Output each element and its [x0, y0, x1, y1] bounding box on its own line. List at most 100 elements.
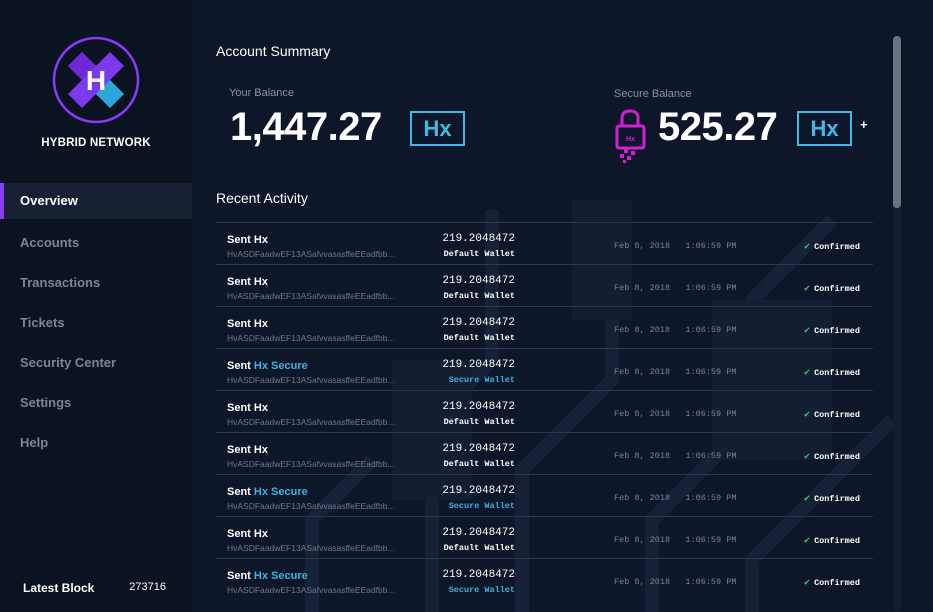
activity-date: Feb 8, 2018 1:06:59 PM [614, 577, 737, 587]
activity-address: HvASDFaadwEF13ASafvvasasffeEEadfbb... [227, 417, 395, 427]
latest-block-value: 273716 [129, 581, 166, 593]
activity-date: Feb 8, 2018 1:06:59 PM [614, 283, 737, 293]
activity-wallet: Secure Wallet [448, 585, 515, 595]
activity-row[interactable]: Sent Hx HvASDFaadwEF13ASafvvasasffeEEadf… [216, 222, 873, 264]
sidebar-item-transactions[interactable]: Transactions [0, 263, 192, 303]
activity-date: Feb 8, 2018 1:06:59 PM [614, 367, 737, 377]
activity-wallet: Default Wallet [443, 417, 515, 427]
svg-text:Hx: Hx [626, 136, 635, 143]
activity-row[interactable]: Sent Hx Secure HvASDFaadwEF13ASafvvasasf… [216, 558, 873, 600]
activity-amount: 219.2048472 [442, 359, 515, 371]
activity-wallet: Secure Wallet [448, 375, 515, 385]
activity-row[interactable]: Sent Hx HvASDFaadwEF13ASafvvasasffeEEadf… [216, 306, 873, 348]
activity-date: Feb 8, 2018 1:06:59 PM [614, 241, 737, 251]
check-icon: ✔ [804, 410, 811, 421]
check-icon: ✔ [804, 578, 811, 589]
activity-address: HvASDFaadwEF13ASafvvasasffeEEadfbb... [227, 501, 395, 511]
add-secure-button[interactable]: + [860, 117, 868, 132]
sidebar: H HYBRID NETWORK Overview Accounts Trans… [0, 0, 192, 612]
check-icon: ✔ [804, 452, 811, 463]
activity-status: ✔ Confirmed [804, 284, 860, 295]
sidebar-item-help[interactable]: Help [0, 423, 192, 463]
check-icon: ✔ [804, 284, 811, 295]
activity-amount: 219.2048472 [442, 527, 515, 539]
secure-balance-value: 525.27 [658, 105, 778, 149]
sidebar-item-security-center[interactable]: Security Center [0, 343, 192, 383]
activity-status: ✔ Confirmed [804, 326, 860, 337]
activity-wallet: Default Wallet [443, 459, 515, 469]
activity-wallet: Default Wallet [443, 291, 515, 301]
sidebar-nav: Overview Accounts Transactions Tickets S… [0, 183, 192, 463]
logo-letter: H [86, 65, 106, 96]
check-icon: ✔ [804, 326, 811, 337]
your-balance-value: 1,447.27 [230, 105, 382, 149]
check-icon: ✔ [804, 242, 811, 253]
sidebar-item-tickets[interactable]: Tickets [0, 303, 192, 343]
activity-wallet: Default Wallet [443, 333, 515, 343]
check-icon: ✔ [804, 494, 811, 505]
activity-date: Feb 8, 2018 1:06:59 PM [614, 409, 737, 419]
secure-currency-badge: Hx [797, 111, 852, 146]
activity-amount: 219.2048472 [442, 569, 515, 581]
activity-status: ✔ Confirmed [804, 452, 860, 463]
activity-date: Feb 8, 2018 1:06:59 PM [614, 451, 737, 461]
activity-type: Sent Hx [227, 276, 268, 288]
activity-address: HvASDFaadwEF13ASafvvasasffeEEadfbb... [227, 291, 395, 301]
activity-type: Sent Hx [227, 234, 268, 246]
activity-address: HvASDFaadwEF13ASafvvasasffeEEadfbb... [227, 375, 395, 385]
check-icon: ✔ [804, 368, 811, 379]
activity-row[interactable]: Sent Hx Secure HvASDFaadwEF13ASafvvasasf… [216, 474, 873, 516]
activity-date: Feb 8, 2018 1:06:59 PM [614, 325, 737, 335]
activity-type: Sent Hx Secure [227, 570, 308, 582]
activity-wallet: Secure Wallet [448, 501, 515, 511]
your-balance-label: Your Balance [229, 87, 295, 99]
activity-type: Sent Hx Secure [227, 360, 308, 372]
activity-amount: 219.2048472 [442, 401, 515, 413]
activity-amount: 219.2048472 [442, 317, 515, 329]
activity-status: ✔ Confirmed [804, 410, 860, 421]
sidebar-item-settings[interactable]: Settings [0, 383, 192, 423]
account-summary-title: Account Summary [216, 43, 331, 59]
recent-activity-title: Recent Activity [216, 190, 308, 206]
pixel-lock-icon: Hx [615, 109, 646, 163]
activity-amount: 219.2048472 [442, 443, 515, 455]
currency-badge: Hx [410, 111, 465, 146]
sidebar-item-overview[interactable]: Overview [0, 183, 192, 219]
activity-address: HvASDFaadwEF13ASafvvasasffeEEadfbb... [227, 249, 395, 259]
activity-amount: 219.2048472 [442, 485, 515, 497]
activity-status: ✔ Confirmed [804, 578, 860, 589]
sidebar-item-accounts[interactable]: Accounts [0, 223, 192, 263]
main-panel: Account Summary Your Balance 1,447.27 Hx… [192, 0, 933, 612]
activity-wallet: Default Wallet [443, 543, 515, 553]
activity-wallet: Default Wallet [443, 249, 515, 259]
activity-date: Feb 8, 2018 1:06:59 PM [614, 493, 737, 503]
activity-row[interactable]: Sent Hx HvASDFaadwEF13ASafvvasasffeEEadf… [216, 264, 873, 306]
activity-status: ✔ Confirmed [804, 494, 860, 505]
activity-type: Sent Hx [227, 528, 268, 540]
activity-status: ✔ Confirmed [804, 536, 860, 547]
activity-address: HvASDFaadwEF13ASafvvasasffeEEadfbb... [227, 543, 395, 553]
scrollbar-thumb[interactable] [893, 36, 901, 208]
activity-date: Feb 8, 2018 1:06:59 PM [614, 535, 737, 545]
activity-status: ✔ Confirmed [804, 368, 860, 379]
latest-block: Latest Block 273716 [23, 581, 166, 595]
activity-amount: 219.2048472 [442, 233, 515, 245]
activity-row[interactable]: Sent Hx HvASDFaadwEF13ASafvvasasffeEEadf… [216, 516, 873, 558]
brand-name: HYBRID NETWORK [41, 137, 151, 149]
activity-row[interactable]: Sent Hx HvASDFaadwEF13ASafvvasasffeEEadf… [216, 432, 873, 474]
activity-list: Sent Hx HvASDFaadwEF13ASafvvasasffeEEadf… [216, 222, 873, 600]
hybrid-logo-icon: H [52, 36, 140, 124]
activity-address: HvASDFaadwEF13ASafvvasasffeEEadfbb... [227, 333, 395, 343]
secure-balance-label: Secure Balance [614, 88, 692, 100]
activity-type: Sent Hx [227, 318, 268, 330]
activity-type: Sent Hx [227, 402, 268, 414]
activity-type: Sent Hx Secure [227, 486, 308, 498]
activity-address: HvASDFaadwEF13ASafvvasasffeEEadfbb... [227, 585, 395, 595]
check-icon: ✔ [804, 536, 811, 547]
activity-status: ✔ Confirmed [804, 242, 860, 253]
activity-type: Sent Hx [227, 444, 268, 456]
activity-row[interactable]: Sent Hx HvASDFaadwEF13ASafvvasasffeEEadf… [216, 390, 873, 432]
activity-row[interactable]: Sent Hx Secure HvASDFaadwEF13ASafvvasasf… [216, 348, 873, 390]
activity-address: HvASDFaadwEF13ASafvvasasffeEEadfbb... [227, 459, 395, 469]
activity-amount: 219.2048472 [442, 275, 515, 287]
